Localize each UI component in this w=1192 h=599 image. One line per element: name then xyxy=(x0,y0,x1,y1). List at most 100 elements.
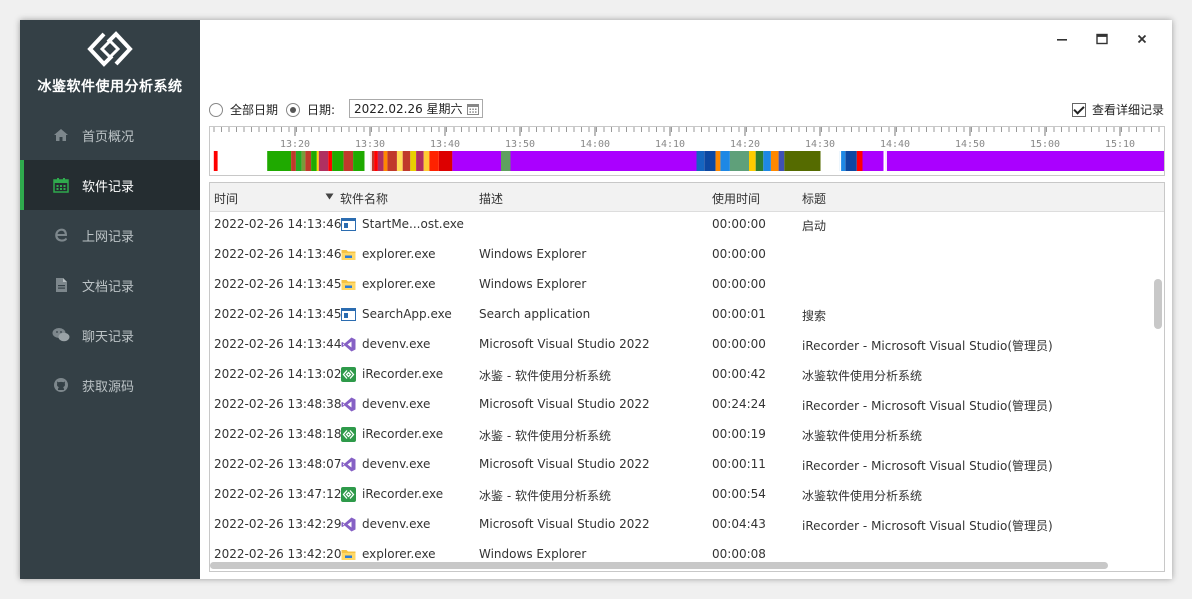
close-button[interactable] xyxy=(1122,28,1162,50)
timeline-usage-segment[interactable] xyxy=(328,151,333,171)
usage-timeline[interactable]: 13:20 13:30 13:40 13:50 14:00 14:10 14:20 14:30… xyxy=(209,126,1165,176)
show-details-checkbox[interactable]: 查看详细记录 xyxy=(1071,101,1164,118)
all-dates-radio[interactable]: 全部日期 xyxy=(209,101,278,118)
timeline-usage-segment[interactable] xyxy=(295,151,302,171)
table-row[interactable]: 2022-02-26 13:47:12 iRecorder.exe 冰鉴 - 软件使… xyxy=(210,481,1150,511)
timeline-usage-segment[interactable] xyxy=(763,151,771,171)
timeline-usage-segment[interactable] xyxy=(318,151,329,171)
cell-time: 2022-02-26 14:13:02 xyxy=(214,367,342,381)
cell-title: 冰鉴软件使用分析系统 xyxy=(802,429,923,443)
sidebar-item-label: 文档记录 xyxy=(82,279,135,295)
timeline-usage-segment[interactable] xyxy=(402,151,411,171)
visual-studio-icon xyxy=(341,517,356,532)
table-row[interactable]: 2022-02-26 14:13:44 devenv.exe Microsoft V… xyxy=(210,331,1150,361)
sidebar-item-source[interactable]: 获取源码 xyxy=(20,360,200,410)
timeline-usage-segment[interactable] xyxy=(749,151,756,171)
cell-app-name: explorer.exe xyxy=(362,277,436,291)
calendar-icon[interactable] xyxy=(467,103,479,115)
maximize-button[interactable] xyxy=(1082,28,1122,50)
timeline-usage-segment[interactable] xyxy=(704,151,716,171)
table-row[interactable]: 2022-02-26 14:13:45 SearchApp.exe Search a… xyxy=(210,301,1150,331)
sidebar-item-software[interactable]: 软件记录 xyxy=(20,160,200,210)
cell-app-name: StartMe...ost.exe xyxy=(362,217,464,231)
timeline-usage-segment[interactable] xyxy=(267,151,292,171)
radio-circle-selected xyxy=(286,102,300,117)
table-row[interactable]: 2022-02-26 14:13:45 explorer.exe Windows E… xyxy=(210,271,1150,301)
timeline-usage-segment[interactable] xyxy=(305,151,312,171)
timeline-usage-segment[interactable] xyxy=(374,151,378,171)
timeline-usage-segment[interactable] xyxy=(316,151,319,171)
timeline-usage-segment[interactable] xyxy=(387,151,397,171)
timeline-usage-segment[interactable] xyxy=(862,151,884,171)
date-picker-field[interactable]: 2022.02.26 星期六 xyxy=(349,99,483,118)
cell-time: 2022-02-26 13:47:12 xyxy=(214,487,342,501)
timeline-tick-label: 15:00 xyxy=(1030,139,1060,150)
timeline-usage-segment[interactable] xyxy=(429,151,439,171)
column-header-time[interactable]: 时间 xyxy=(214,190,238,207)
timeline-usage-segment[interactable] xyxy=(784,151,821,171)
date-filter-bar: 全部日期 日期: 2022.02.26 星期六 查看详细记录 xyxy=(209,98,1164,120)
timeline-usage-segment[interactable] xyxy=(377,151,384,171)
timeline-usage-segment[interactable] xyxy=(383,151,388,171)
show-details-label: 查看详细记录 xyxy=(1091,103,1164,117)
sidebar-item-chat[interactable]: 聊天记录 xyxy=(20,310,200,360)
cell-usage-time: 00:00:08 xyxy=(712,547,766,561)
timeline-usage-segment[interactable] xyxy=(845,151,857,171)
timeline-usage-segment[interactable] xyxy=(452,151,501,171)
timeline-usage-segment[interactable] xyxy=(720,151,730,171)
timeline-usage-segment[interactable] xyxy=(755,151,764,171)
cell-usage-time: 00:00:00 xyxy=(712,247,766,261)
home-icon xyxy=(52,126,70,144)
sidebar-item-home[interactable]: 首页概况 xyxy=(20,110,200,160)
table-row[interactable]: 2022-02-26 14:13:46 explorer.exe Windows E… xyxy=(210,241,1150,271)
column-header-title[interactable]: 标题 xyxy=(802,190,826,207)
checkbox-box xyxy=(1071,102,1086,117)
column-header-usage[interactable]: 使用时间 xyxy=(712,190,760,207)
timeline-usage-segment[interactable] xyxy=(332,151,344,171)
timeline-usage-segment[interactable] xyxy=(301,151,306,171)
timeline-usage-segment[interactable] xyxy=(510,151,697,171)
timeline-usage-segment[interactable] xyxy=(353,151,365,171)
table-row[interactable]: 2022-02-26 13:48:07 devenv.exe Microsoft V… xyxy=(210,451,1150,481)
timeline-usage-segment[interactable] xyxy=(696,151,705,171)
timeline-usage-segment[interactable] xyxy=(501,151,511,171)
timeline-usage-segment[interactable] xyxy=(771,151,779,171)
sidebar-item-web[interactable]: 上网记录 xyxy=(20,210,200,260)
cell-usage-time: 00:00:00 xyxy=(712,277,766,291)
timeline-usage-segment[interactable] xyxy=(410,151,416,171)
horizontal-scrollbar[interactable] xyxy=(210,562,1108,569)
timeline-usage-segment[interactable] xyxy=(715,151,721,171)
minimize-button[interactable] xyxy=(1042,28,1082,50)
table-row[interactable]: 2022-02-26 13:48:18 iRecorder.exe 冰鉴 - 软件使… xyxy=(210,421,1150,451)
timeline-usage-segment[interactable] xyxy=(885,151,1164,171)
cell-description: Windows Explorer xyxy=(479,277,587,291)
timeline-usage-segment[interactable] xyxy=(778,151,785,171)
sidebar-item-documents[interactable]: 文档记录 xyxy=(20,260,200,310)
timeline-usage-segment[interactable] xyxy=(856,151,863,171)
table-header: 时间 软件名称 描述 使用时间 标题 xyxy=(210,183,1164,212)
vertical-scrollbar[interactable] xyxy=(1154,279,1162,329)
table-row[interactable]: 2022-02-26 14:13:02 iRecorder.exe 冰鉴 - 软件使… xyxy=(210,361,1150,391)
table-row[interactable]: 2022-02-26 13:48:38 devenv.exe Microsoft V… xyxy=(210,391,1150,421)
timeline-tick-label: 14:40 xyxy=(880,139,910,150)
cell-app-name: devenv.exe xyxy=(362,337,431,351)
column-header-description[interactable]: 描述 xyxy=(479,190,503,207)
cell-time: 2022-02-26 13:48:38 xyxy=(214,397,342,411)
timeline-usage-segment[interactable] xyxy=(416,151,424,171)
timeline-usage-segment[interactable] xyxy=(397,151,403,171)
cell-usage-time: 00:24:24 xyxy=(712,397,766,411)
app-title: 冰鉴软件使用分析系统 xyxy=(37,79,183,95)
table-row[interactable]: 2022-02-26 13:42:29 devenv.exe Microsoft V… xyxy=(210,511,1150,541)
timeline-usage-segment[interactable] xyxy=(213,151,218,171)
timeline-usage-segment[interactable] xyxy=(343,151,354,171)
column-header-app[interactable]: 软件名称 xyxy=(340,190,388,207)
date-radio[interactable]: 日期: xyxy=(286,101,335,118)
timeline-usage-segment[interactable] xyxy=(423,151,430,171)
table-row[interactable]: 2022-02-26 14:13:46 StartMe...ost.exe 00:0… xyxy=(210,211,1150,241)
timeline-usage-segment[interactable] xyxy=(311,151,317,171)
folder-icon xyxy=(341,247,356,262)
timeline-usage-segment[interactable] xyxy=(439,151,453,171)
folder-icon xyxy=(341,547,356,562)
timeline-usage-segment[interactable] xyxy=(291,151,296,171)
timeline-usage-segment[interactable] xyxy=(729,151,749,171)
